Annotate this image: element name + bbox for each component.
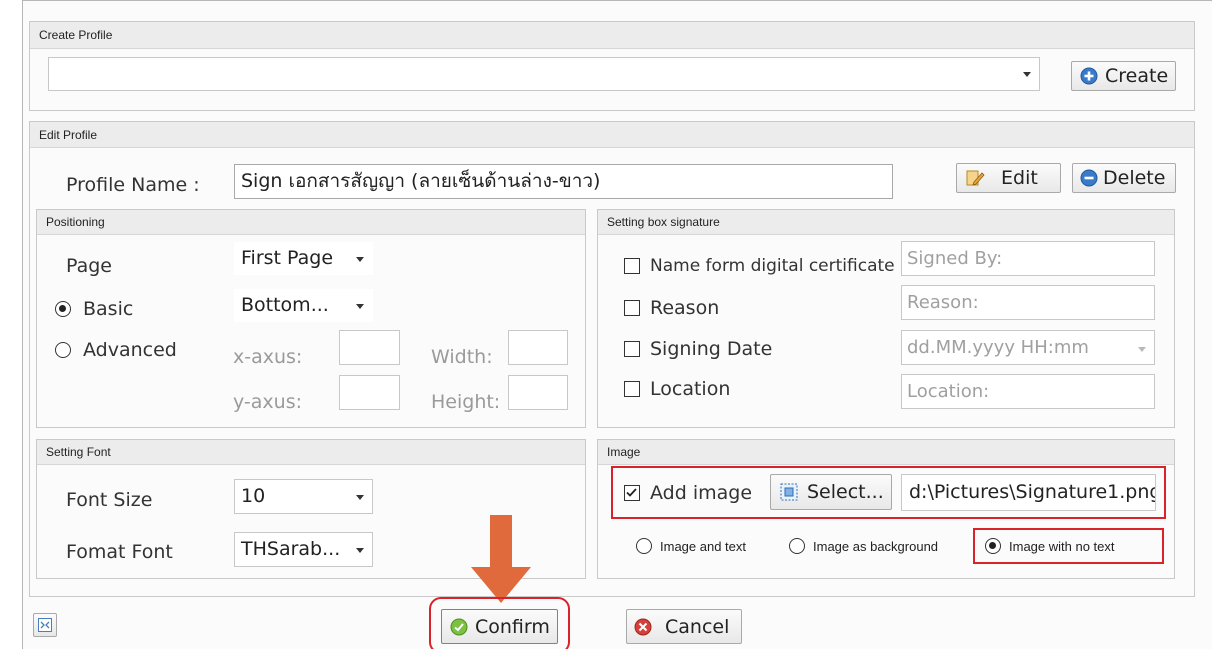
signing-date-checkbox-row[interactable]: Signing Date: [624, 338, 772, 360]
height-label: Height:: [431, 391, 501, 413]
cancel-label: Cancel: [665, 615, 730, 638]
delete-button[interactable]: Delete: [1072, 163, 1176, 193]
image-with-no-text-label: Image with no text: [1009, 538, 1115, 554]
certificate-checkbox[interactable]: [624, 258, 640, 274]
y-axis-input[interactable]: [339, 375, 400, 410]
y-axis-label: y-axus:: [233, 391, 302, 413]
image-and-text-radio-row[interactable]: Image and text: [636, 538, 746, 554]
signing-date-select[interactable]: dd.MM.yyyy HH:mm: [901, 330, 1155, 365]
reason-label: Reason: [650, 297, 720, 319]
advanced-label: Advanced: [83, 339, 177, 361]
dropdown-arrow-icon: [356, 547, 364, 553]
x-axis-input[interactable]: [339, 330, 400, 365]
reason-input[interactable]: Reason:: [901, 285, 1155, 320]
basic-position-value: Bottom...: [241, 294, 329, 316]
height-input[interactable]: [508, 375, 568, 410]
image-and-text-radio[interactable]: [636, 538, 652, 554]
format-font-select[interactable]: THSarab...: [234, 532, 373, 567]
check-circle-icon: [449, 617, 469, 637]
minus-circle-icon: [1079, 168, 1099, 188]
x-circle-icon: [633, 617, 653, 637]
confirm-label: Confirm: [475, 615, 550, 638]
width-label: Width:: [431, 346, 493, 368]
profile-select[interactable]: [48, 57, 1040, 91]
setting-font-header: Setting Font: [37, 440, 585, 465]
page-select[interactable]: First Page: [234, 242, 373, 275]
font-size-select[interactable]: 10: [234, 479, 373, 514]
image-path-value: d:\Pictures\Signature1.png: [909, 481, 1156, 503]
x-axis-label: x-axus:: [233, 346, 303, 368]
dropdown-arrow-icon: [356, 303, 364, 309]
create-label: Create: [1105, 65, 1169, 87]
signing-date-label: Signing Date: [650, 338, 773, 360]
reason-checkbox[interactable]: [624, 300, 640, 316]
profile-name-input[interactable]: Sign เอกสารสัญญา (ลายเซ็นด้านล่าง-ขาว): [234, 164, 893, 199]
image-as-background-radio[interactable]: [789, 538, 805, 554]
format-font-value: THSarab...: [241, 538, 341, 560]
location-placeholder: Location:: [907, 381, 990, 402]
positioning-header: Positioning: [37, 210, 585, 235]
image-as-background-label: Image as background: [813, 538, 939, 554]
select-image-button[interactable]: Select...: [770, 474, 892, 510]
basic-label: Basic: [83, 298, 134, 320]
basic-radio-row[interactable]: Basic: [55, 298, 133, 320]
image-header: Image: [598, 440, 1174, 465]
profile-name-value: Sign เอกสารสัญญา (ลายเซ็นด้านล่าง-ขาว): [241, 170, 601, 192]
location-checkbox[interactable]: [624, 381, 640, 397]
location-label: Location: [650, 378, 731, 400]
reason-placeholder: Reason:: [907, 292, 979, 313]
setting-box-header: Setting box signature: [598, 210, 1174, 235]
edit-profile-header: Edit Profile: [30, 122, 1194, 148]
edit-button[interactable]: Edit: [956, 163, 1061, 193]
dropdown-arrow-icon: [356, 256, 364, 262]
image-as-background-radio-row[interactable]: Image as background: [789, 538, 938, 554]
dropdown-arrow-icon: [356, 494, 364, 500]
signed-by-placeholder: Signed By:: [907, 248, 1003, 269]
confirm-button[interactable]: Confirm: [441, 609, 558, 644]
page-select-value: First Page: [241, 247, 334, 269]
cancel-button[interactable]: Cancel: [626, 609, 742, 644]
width-input[interactable]: [508, 330, 568, 365]
location-input[interactable]: Location:: [901, 374, 1155, 409]
add-image-checkbox[interactable]: [624, 485, 640, 501]
image-and-text-label: Image and text: [660, 538, 746, 554]
image-with-no-text-radio[interactable]: [985, 538, 1001, 554]
basic-position-select[interactable]: Bottom...: [234, 289, 373, 322]
advanced-radio[interactable]: [55, 342, 71, 358]
basic-radio[interactable]: [55, 301, 71, 317]
plus-circle-icon: [1079, 66, 1099, 86]
add-image-label: Add image: [650, 482, 753, 504]
arrow-down-icon: [471, 515, 531, 605]
certificate-checkbox-row[interactable]: Name form digital certificate: [624, 256, 895, 276]
page-label: Page: [66, 255, 112, 277]
signed-by-input[interactable]: Signed By:: [901, 241, 1155, 276]
dropdown-arrow-icon: [1023, 72, 1031, 77]
signing-date-placeholder: dd.MM.yyyy HH:mm: [907, 337, 1089, 358]
certificate-label: Name form digital certificate: [650, 256, 895, 276]
image-with-no-text-radio-row[interactable]: Image with no text: [985, 538, 1115, 554]
advanced-radio-row[interactable]: Advanced: [55, 339, 177, 361]
signing-date-checkbox[interactable]: [624, 341, 640, 357]
create-button[interactable]: Create: [1071, 61, 1176, 91]
font-size-value: 10: [241, 485, 266, 507]
edit-label: Edit: [1001, 167, 1038, 189]
edit-pencil-icon: [965, 168, 985, 188]
add-image-checkbox-row[interactable]: Add image: [624, 482, 752, 504]
font-size-label: Font Size: [66, 489, 153, 511]
collapse-button[interactable]: [33, 613, 57, 637]
image-path-input[interactable]: d:\Pictures\Signature1.png: [901, 474, 1156, 511]
profile-name-label: Profile Name :: [66, 174, 200, 196]
collapse-icon: [38, 618, 52, 632]
select-image-icon: [779, 482, 799, 502]
location-checkbox-row[interactable]: Location: [624, 378, 730, 400]
create-profile-header: Create Profile: [30, 22, 1194, 49]
dropdown-arrow-icon: [1138, 347, 1146, 352]
reason-checkbox-row[interactable]: Reason: [624, 297, 719, 319]
format-font-label: Fomat Font: [66, 541, 173, 563]
delete-label: Delete: [1103, 167, 1166, 189]
select-label: Select...: [807, 481, 884, 503]
